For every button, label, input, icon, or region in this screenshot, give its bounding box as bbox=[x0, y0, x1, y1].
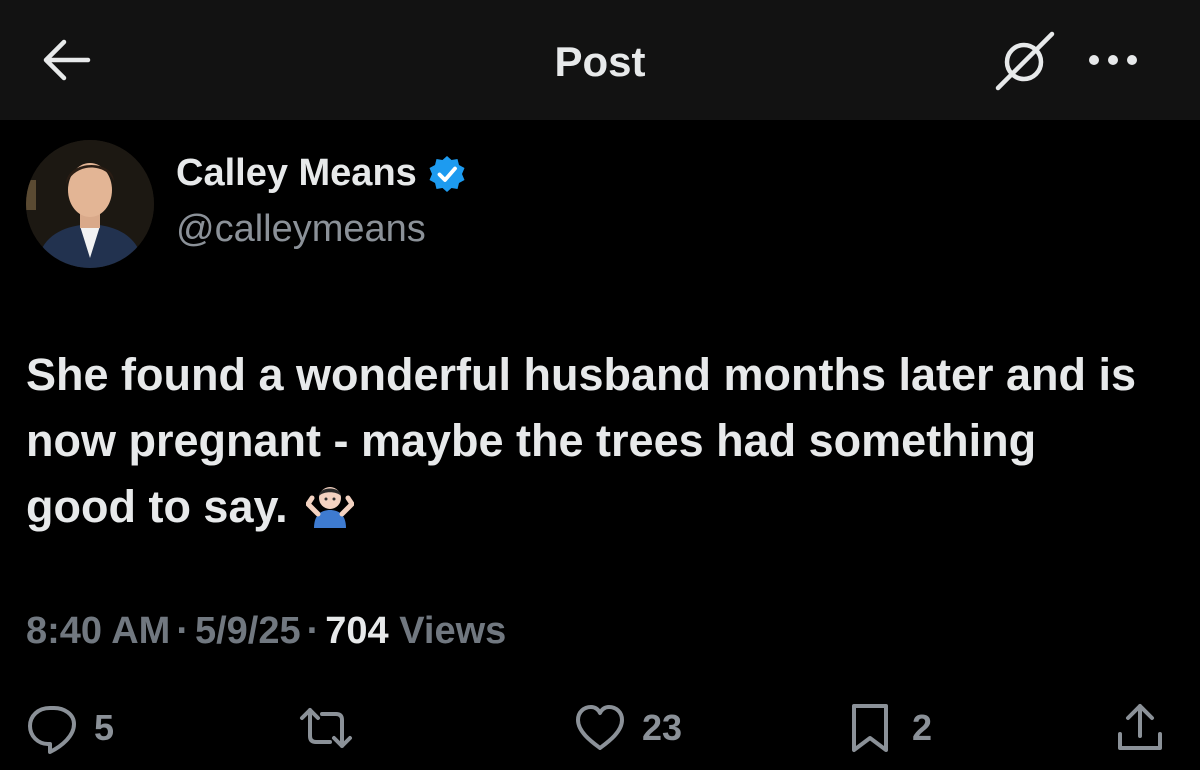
avatar[interactable] bbox=[26, 140, 154, 268]
share-button[interactable] bbox=[1112, 700, 1168, 756]
verified-badge-icon[interactable] bbox=[427, 154, 467, 194]
more-options-button[interactable] bbox=[1084, 44, 1142, 76]
author-name-row: Calley Means bbox=[176, 152, 467, 195]
post-time: 8:40 AM bbox=[26, 610, 171, 652]
separator-dot: · bbox=[306, 610, 320, 652]
author-name[interactable]: Calley Means bbox=[176, 152, 417, 195]
reply-icon bbox=[28, 706, 76, 754]
bookmark-button[interactable]: 2 bbox=[842, 700, 932, 756]
reply-count: 5 bbox=[94, 707, 115, 748]
shrug-emoji-icon bbox=[304, 480, 356, 528]
like-button[interactable]: 23 bbox=[572, 700, 682, 756]
more-dots-icon bbox=[1089, 55, 1137, 65]
heart-icon bbox=[576, 705, 624, 750]
post-date: 5/9/25 bbox=[194, 610, 301, 652]
grok-icon bbox=[995, 31, 1055, 91]
arrow-left-icon bbox=[43, 39, 91, 81]
like-count: 23 bbox=[642, 707, 683, 748]
bookmark-icon bbox=[852, 704, 888, 752]
back-button[interactable] bbox=[40, 36, 92, 84]
author-handle[interactable]: @calleymeans bbox=[176, 208, 426, 251]
bookmark-count: 2 bbox=[912, 707, 933, 748]
reply-button[interactable]: 5 bbox=[24, 700, 114, 756]
post-meta: 8:40 AM · 5/9/25 · 704 Views bbox=[26, 610, 506, 653]
profile-photo bbox=[26, 140, 154, 268]
repost-icon bbox=[300, 708, 352, 748]
repost-button[interactable] bbox=[298, 700, 368, 756]
separator-dot: · bbox=[176, 610, 189, 652]
post-text: She found a wonderful husband months lat… bbox=[26, 349, 1137, 532]
top-bar: Post bbox=[0, 0, 1200, 120]
views-label[interactable]: Views bbox=[399, 610, 506, 652]
share-icon bbox=[1118, 704, 1162, 750]
grok-button[interactable] bbox=[994, 28, 1058, 92]
post-text-block: She found a wonderful husband months lat… bbox=[26, 342, 1156, 540]
views-count[interactable]: 704 bbox=[325, 610, 388, 652]
